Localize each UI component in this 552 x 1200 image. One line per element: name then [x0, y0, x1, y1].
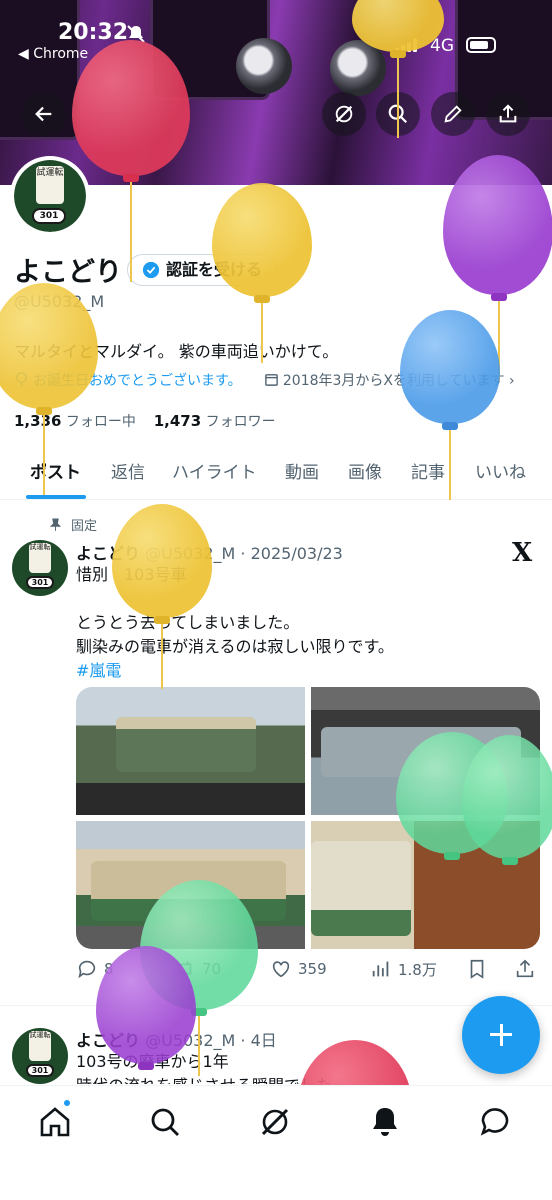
profile-tabs: ポスト 返信 ハイライト 動画 画像 記事 いいね — [0, 440, 552, 500]
back-to-app[interactable]: ◀ Chrome — [18, 46, 88, 62]
repost-button[interactable]: 70 — [174, 958, 221, 980]
tab-replies[interactable]: 返信 — [111, 458, 145, 483]
post-media-grid — [76, 687, 540, 949]
share-icon — [516, 959, 534, 978]
bell-muted-icon — [127, 25, 145, 43]
tab-videos[interactable]: 動画 — [285, 458, 319, 483]
avatar-emblem: 試運転 — [29, 1031, 51, 1061]
post-body: 惜別 103号車 とうとう去ってしまいました。 馴染みの電車が消えるのは寂しい限… — [76, 563, 394, 683]
share-icon — [499, 104, 517, 123]
notification-dot — [62, 1098, 72, 1108]
birthday-balloon — [443, 155, 552, 385]
search-icon — [388, 104, 408, 124]
pin-icon — [49, 518, 62, 531]
home-icon — [40, 1107, 70, 1137]
post-header: よこどり @U5032_M · 4日 — [76, 1027, 277, 1051]
views-icon — [372, 961, 389, 977]
tab-images[interactable]: 画像 — [348, 458, 382, 483]
follow-stats: 1,336 フォロー中 1,473 フォロワー — [14, 411, 276, 431]
nav-grok[interactable] — [257, 1104, 293, 1140]
tab-posts[interactable]: ポスト — [30, 458, 81, 483]
tab-indicator — [26, 495, 86, 499]
post-author-name[interactable]: よこどり — [76, 1031, 140, 1050]
avatar-number-plate: 301 — [32, 208, 66, 224]
repost-icon — [178, 961, 192, 977]
nav-messages[interactable] — [477, 1104, 513, 1140]
post-header: よこどり @U5032_M · 2025/03/23 — [76, 540, 343, 564]
reply-icon — [78, 960, 96, 979]
profile-bio: マルタイとマルダイ。 紫の車両追いかけて。 — [14, 342, 339, 361]
grok-icon — [261, 1108, 289, 1136]
pinned-label: 固定 — [49, 515, 97, 534]
grok-button[interactable] — [322, 92, 366, 136]
tab-highlights[interactable]: ハイライト — [172, 458, 257, 483]
followers-link[interactable]: 1,473 フォロワー — [154, 412, 276, 430]
tab-likes[interactable]: いいね — [475, 458, 526, 483]
chevron-right-icon[interactable]: › — [509, 373, 515, 389]
battery-icon — [466, 37, 496, 53]
edit-icon — [444, 105, 462, 123]
post-actions: 8 70 359 1.8万 — [76, 958, 546, 984]
bookmark-icon — [470, 959, 484, 979]
post-author-name[interactable]: よこどり — [76, 544, 140, 563]
avatar-number-plate: 301 — [26, 576, 54, 589]
status-time: 20:32 — [58, 20, 129, 45]
display-name: よこどり — [14, 257, 122, 288]
reply-button[interactable]: 8 — [76, 958, 114, 980]
joined-date: 2018年3月からXを利用しています — [282, 373, 505, 389]
like-button[interactable]: 359 — [270, 958, 327, 980]
notifications-icon — [373, 1108, 397, 1136]
following-link[interactable]: 1,336 フォロー中 — [14, 412, 136, 430]
search-button[interactable] — [376, 92, 420, 136]
calendar-icon — [265, 374, 278, 386]
hashtag-link[interactable]: #嵐電 — [76, 659, 394, 683]
search-icon — [151, 1108, 179, 1136]
back-button[interactable] — [22, 92, 66, 136]
get-verified-button[interactable]: 認証を受ける — [127, 254, 278, 286]
avatar-emblem: 試運転 — [36, 166, 64, 204]
post-body: 103号の廃車から1年 時代の流れを感じさせる瞬間でした — [76, 1052, 332, 1084]
post-photo[interactable] — [311, 821, 540, 949]
bottom-navigation — [0, 1085, 552, 1200]
verified-check-icon — [142, 261, 160, 279]
edit-button[interactable] — [431, 92, 475, 136]
tab-articles[interactable]: 記事 — [411, 458, 445, 483]
post-avatar[interactable]: 試運転 301 — [12, 1028, 68, 1084]
compose-button[interactable] — [462, 996, 540, 1074]
post-handle-date: @U5032_M · 4日 — [145, 1031, 277, 1050]
post-photo[interactable] — [311, 687, 540, 815]
post-photo[interactable] — [76, 687, 305, 815]
birthday-text: お誕生日おめでとうございます。 — [33, 373, 242, 389]
avatar-number-plate: 301 — [26, 1064, 54, 1077]
grok-icon — [335, 105, 353, 123]
profile-avatar[interactable]: 試運転 301 — [10, 156, 90, 236]
share-post-button[interactable] — [514, 958, 536, 980]
post-avatar[interactable]: 試運転 301 — [12, 540, 68, 596]
views-button[interactable]: 1.8万 — [370, 958, 437, 980]
status-bar: 20:32 ◀ Chrome 4G — [0, 18, 552, 68]
nav-explore[interactable] — [147, 1104, 183, 1140]
nav-notifications[interactable] — [367, 1104, 403, 1140]
profile-handle: @U5032_M — [14, 292, 105, 311]
avatar-emblem: 試運転 — [29, 543, 51, 573]
post-divider — [0, 1005, 552, 1006]
messages-icon — [480, 1108, 509, 1136]
back-arrow-icon — [35, 106, 52, 122]
like-icon — [272, 961, 290, 978]
post-handle-date: @U5032_M · 2025/03/23 — [145, 544, 343, 563]
carrier-label: 4G — [430, 36, 454, 56]
post-photo[interactable] — [76, 821, 305, 949]
x-logo-icon: X — [512, 538, 533, 568]
share-button[interactable] — [486, 92, 530, 136]
balloon-icon — [16, 372, 27, 387]
nav-home[interactable] — [37, 1104, 73, 1140]
bookmark-button[interactable] — [466, 958, 488, 980]
profile-meta: お誕生日おめでとうございます。 2018年3月からXを利用しています › — [14, 370, 515, 390]
signal-icon — [395, 38, 421, 52]
